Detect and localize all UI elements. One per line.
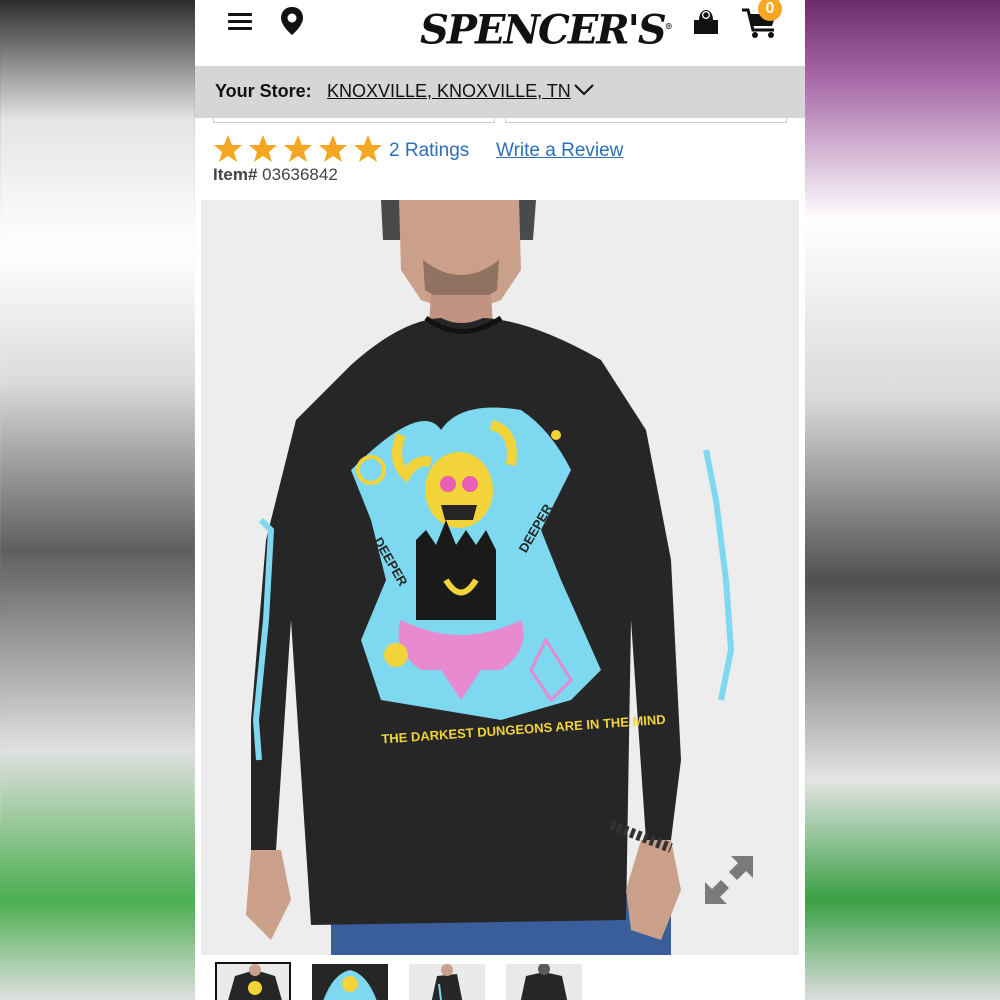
star-icon <box>214 135 242 162</box>
store-selector-bar[interactable]: Your Store: KNOXVILLE, KNOXVILLE, TN <box>195 66 805 118</box>
item-label: Item# <box>213 165 258 184</box>
tab-remnant-right <box>505 118 787 123</box>
thumbnail-1[interactable] <box>215 962 291 1000</box>
background-right-blur <box>804 0 1000 1000</box>
star-icon <box>354 135 382 162</box>
star-icon <box>284 135 312 162</box>
store-name-link[interactable]: KNOXVILLE, KNOXVILLE, TN <box>327 81 571 102</box>
your-store-label: Your Store: <box>215 81 312 101</box>
phone-screen: SPENCER'S® 0 Your Store: KNOXVILLE, KNOX… <box>195 0 805 1000</box>
star-rating[interactable] <box>213 134 388 164</box>
tab-remnant-left <box>213 118 495 123</box>
top-nav-bar: SPENCER'S® 0 <box>195 0 805 66</box>
thumbnail-2[interactable] <box>312 964 388 1000</box>
menu-icon[interactable] <box>228 10 252 32</box>
star-icon <box>319 135 347 162</box>
thumbnail-3[interactable] <box>409 964 485 1000</box>
product-photo: THE DARKEST DUNGEONS ARE IN THE MIND DEE… <box>201 200 799 955</box>
location-pin-icon[interactable] <box>279 6 305 36</box>
expand-icon[interactable] <box>701 852 757 908</box>
account-icon[interactable] <box>692 6 720 36</box>
product-image[interactable]: THE DARKEST DUNGEONS ARE IN THE MIND DEE… <box>201 200 799 955</box>
background-left-blur <box>0 0 195 1000</box>
star-icon <box>249 135 277 162</box>
thumbnail-strip <box>215 962 795 1000</box>
spencers-logo[interactable]: SPENCER'S® <box>420 0 673 56</box>
write-review-link[interactable]: Write a Review <box>496 140 623 162</box>
item-number-row: Item# 03636842 <box>213 165 338 185</box>
logo-text: SPENCER'S <box>420 6 667 54</box>
thumbnail-4[interactable] <box>506 964 582 1000</box>
ratings-count-link[interactable]: 2 Ratings <box>389 140 469 162</box>
rating-row: 2 Ratings Write a Review <box>213 134 773 164</box>
chevron-down-icon[interactable] <box>573 82 595 98</box>
item-number: 03636842 <box>262 165 338 184</box>
